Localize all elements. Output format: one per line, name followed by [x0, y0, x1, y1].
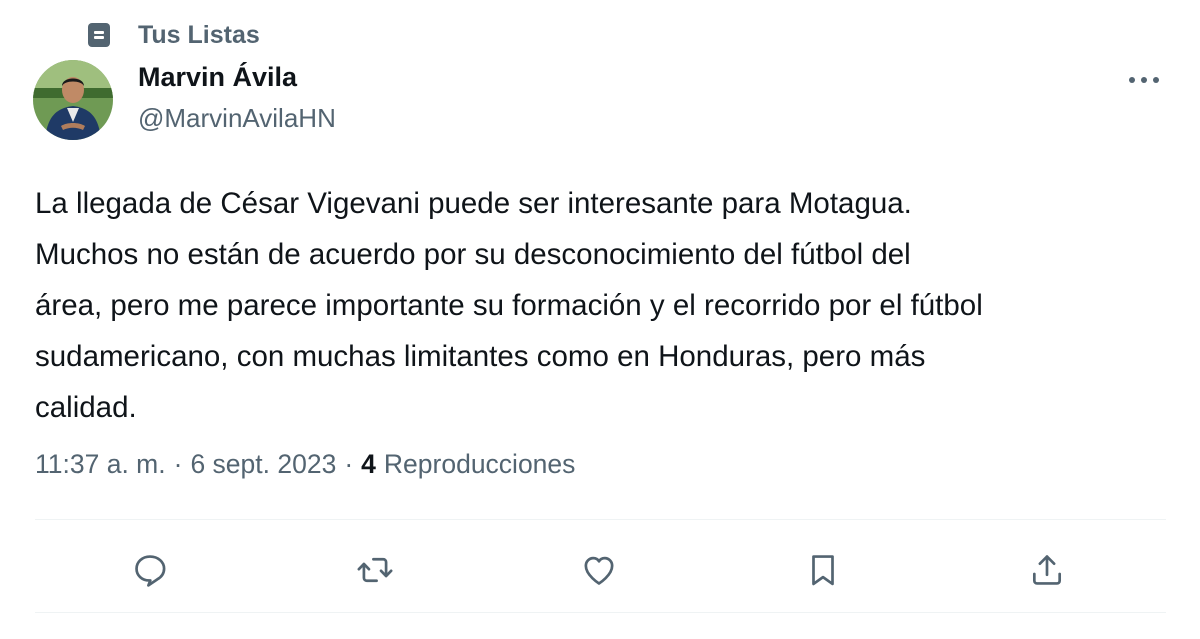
- views-count: 4: [361, 449, 376, 479]
- tweet-text-line: La llegada de César Vigevani puede ser i…: [35, 187, 912, 220]
- author-name[interactable]: Marvin Ávila: [138, 62, 297, 93]
- share-button[interactable]: [1025, 548, 1069, 592]
- tweet-card: Tus Listas Marvin Ávila @MarvinAvilaHN L…: [0, 0, 1200, 639]
- divider: [35, 612, 1166, 613]
- tweet-date[interactable]: 6 sept. 2023: [190, 449, 336, 480]
- action-bar: [0, 540, 1200, 600]
- author-handle[interactable]: @MarvinAvilaHN: [138, 103, 336, 134]
- share-icon: [1032, 555, 1062, 585]
- like-button[interactable]: [577, 548, 621, 592]
- list-icon: [88, 23, 110, 47]
- bookmark-button[interactable]: [801, 548, 845, 592]
- tweet-meta: 11:37 a. m. · 6 sept. 2023 · 4 Reproducc…: [35, 449, 575, 480]
- social-context[interactable]: Tus Listas: [88, 20, 260, 49]
- retweet-icon: [357, 557, 393, 583]
- more-icon: [1129, 77, 1159, 83]
- avatar-photo: [33, 60, 113, 140]
- reply-icon: [135, 555, 166, 587]
- tweet-text-line: área, pero me parece importante su forma…: [35, 289, 983, 322]
- tweet-text-line: Muchos no están de acuerdo por su descon…: [35, 238, 911, 271]
- more-options-button[interactable]: [1124, 62, 1164, 98]
- tweet-text-line: calidad.: [35, 391, 137, 424]
- bookmark-icon: [812, 555, 834, 586]
- tweet-time[interactable]: 11:37 a. m.: [35, 449, 166, 480]
- context-label: Tus Listas: [138, 20, 260, 49]
- views-label: Reproducciones: [383, 449, 576, 479]
- divider: [35, 519, 1166, 520]
- reply-button[interactable]: [128, 548, 172, 592]
- retweet-button[interactable]: [353, 548, 397, 592]
- tweet-text-line: sudamericano, con muchas limitantes como…: [35, 340, 926, 373]
- tweet-text: La llegada de César Vigevani puede ser i…: [35, 178, 1175, 433]
- heart-icon: [584, 556, 614, 585]
- avatar[interactable]: [33, 60, 113, 140]
- meta-separator: ·: [173, 449, 183, 479]
- meta-separator: ·: [344, 449, 354, 479]
